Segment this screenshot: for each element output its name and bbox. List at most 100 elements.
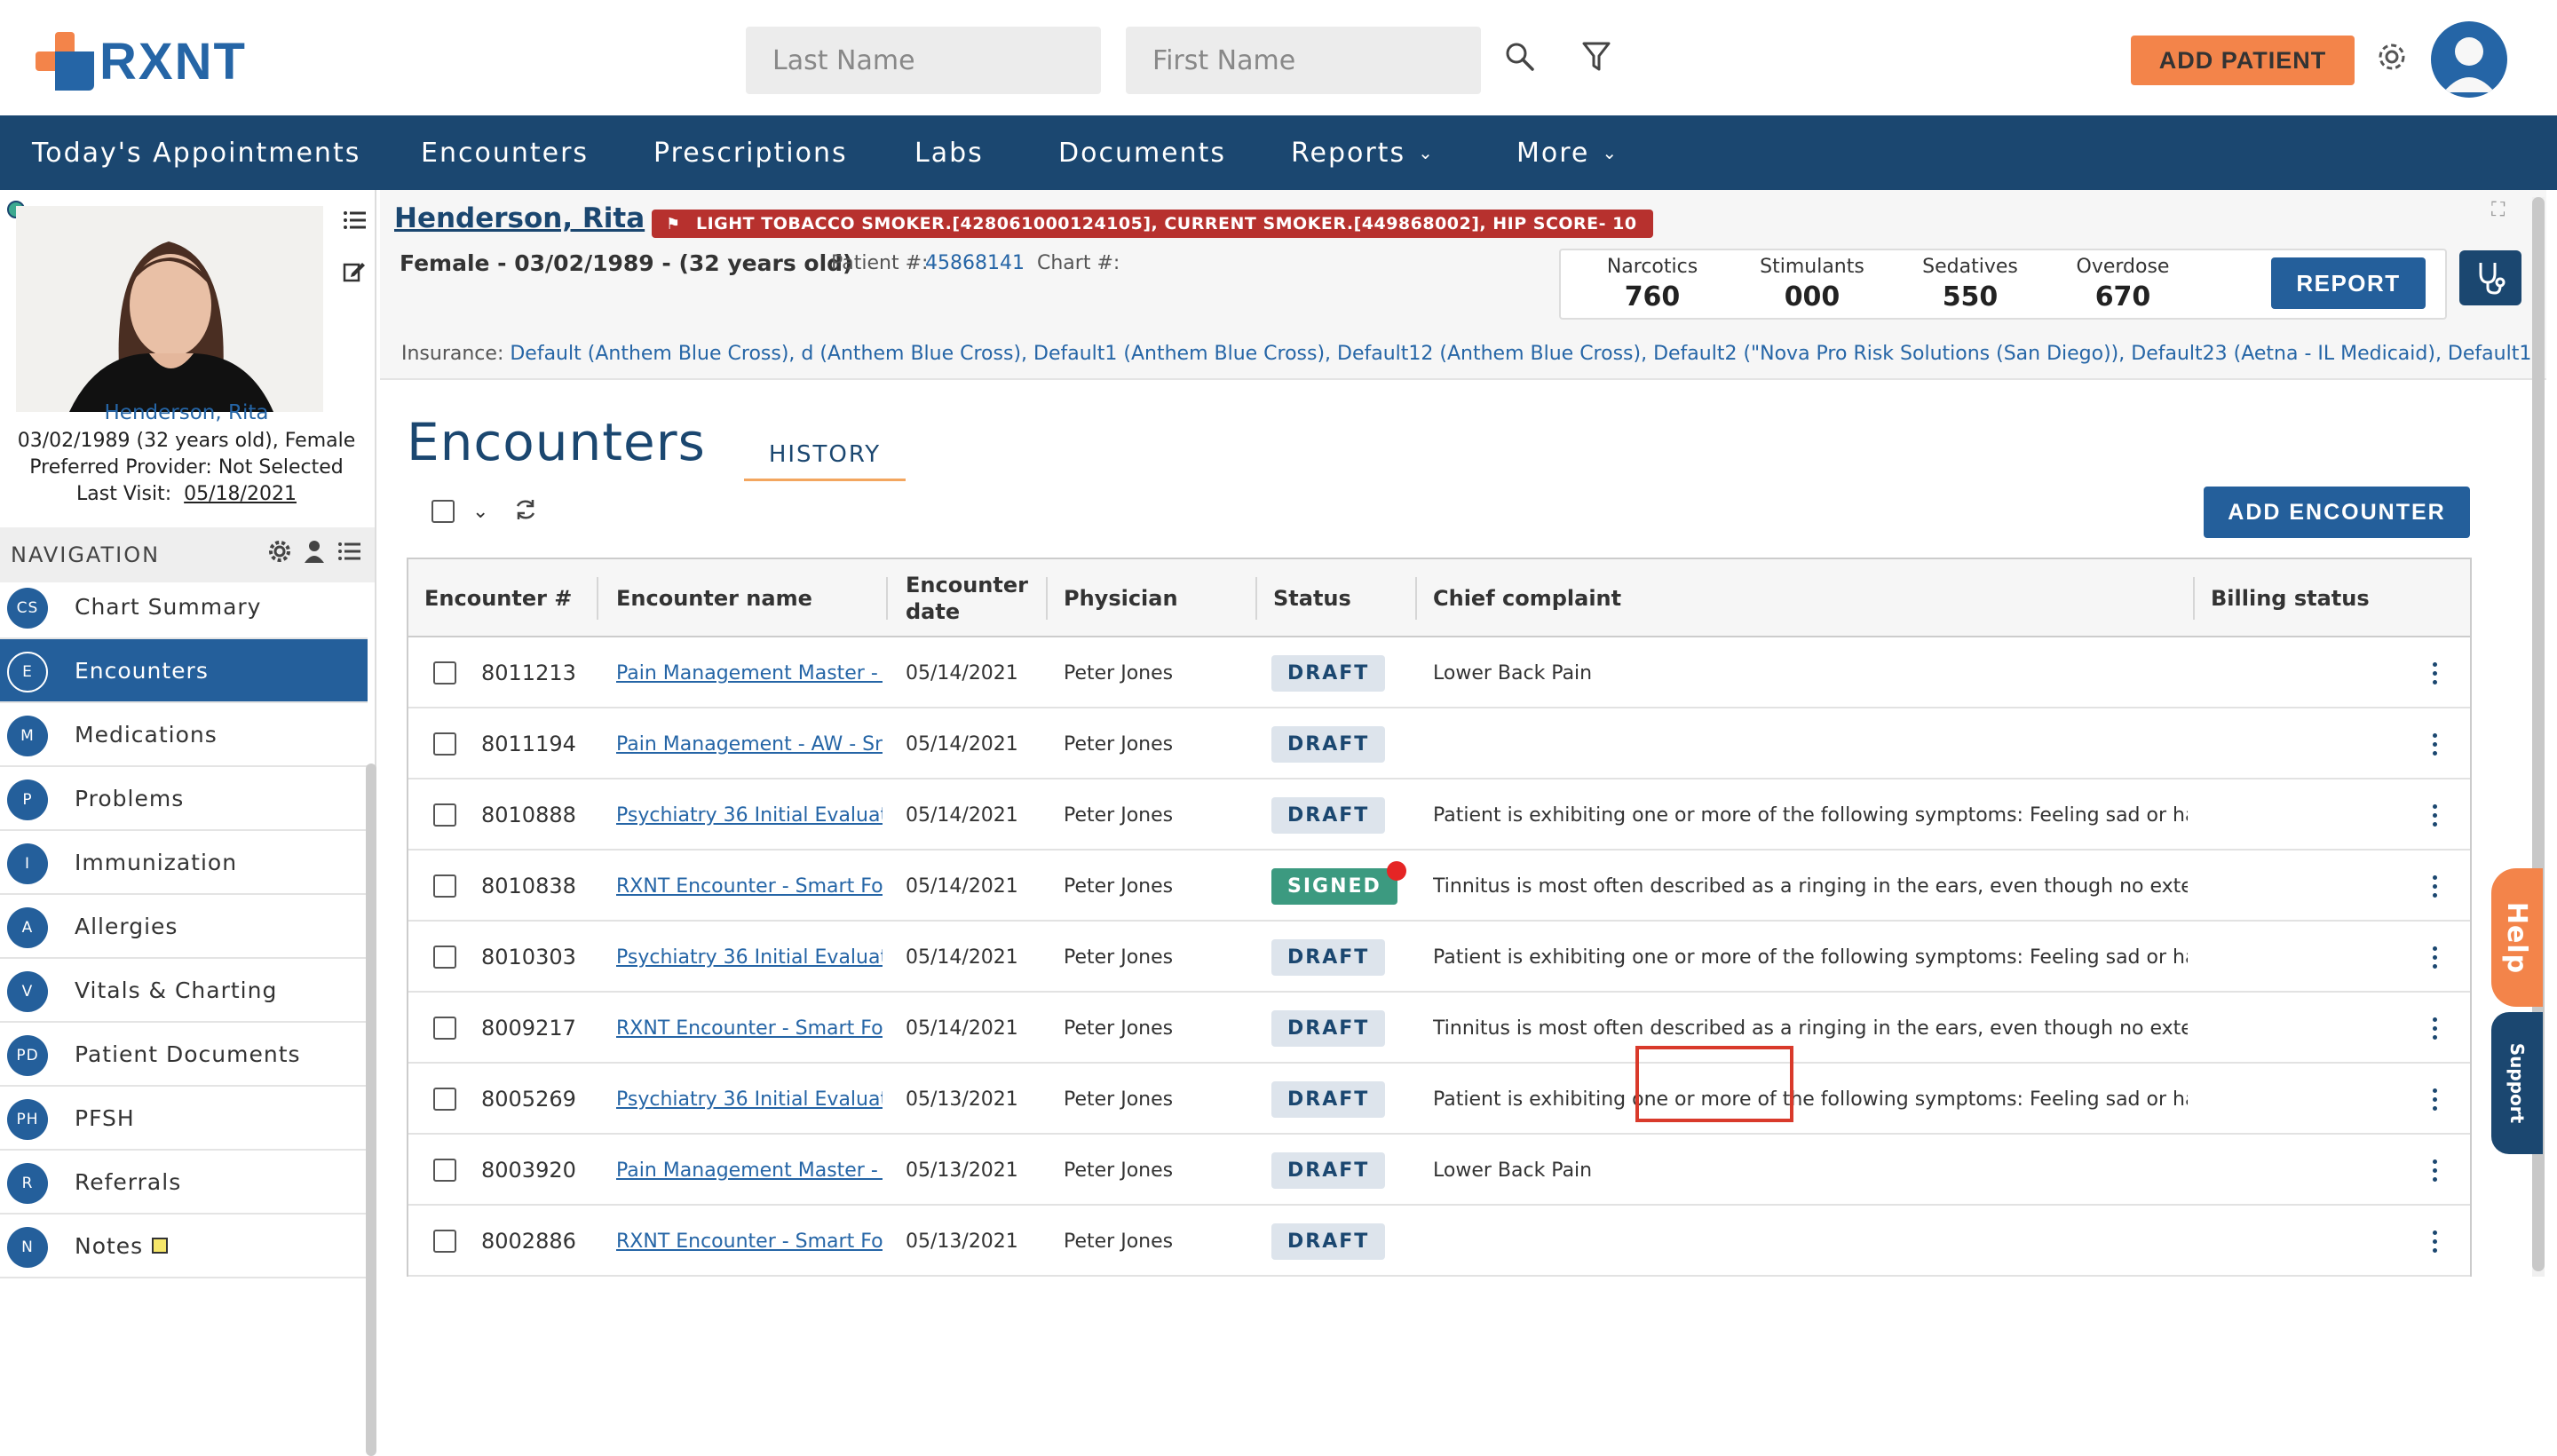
search-icon[interactable] <box>1500 36 1540 78</box>
row-menu-icon[interactable] <box>2426 851 2443 922</box>
encounter-name-link[interactable]: Pain Management Master - S <box>616 637 883 708</box>
table-row[interactable]: 8010888 Psychiatry 36 Initial Evaluat 05/1… <box>408 779 2470 851</box>
edit-icon[interactable] <box>343 259 366 286</box>
encounter-name-link[interactable]: Pain Management Master - S <box>616 1135 883 1206</box>
table-row[interactable]: 8011213 Pain Management Master - S 05/14/2… <box>408 637 2470 708</box>
table-row[interactable]: 8003920 Pain Management Master - S 05/13/2… <box>408 1135 2470 1206</box>
col-encounter-num[interactable]: Encounter # <box>424 559 572 637</box>
table-row[interactable]: 8011194 Pain Management - AW - Sn 05/14/20… <box>408 708 2470 779</box>
sidebar-item-pfsh[interactable]: PH PFSH <box>0 1087 368 1151</box>
add-encounter-button[interactable]: ADD ENCOUNTER <box>2204 487 2470 538</box>
sidebar-item-chart-summary[interactable]: CS Chart Summary <box>0 575 368 639</box>
row-checkbox[interactable] <box>433 874 456 898</box>
help-widget[interactable]: Help <box>2491 868 2543 1007</box>
row-menu-icon[interactable] <box>2426 1064 2443 1135</box>
list-icon[interactable] <box>343 210 366 234</box>
add-patient-button[interactable]: ADD PATIENT <box>2131 36 2355 85</box>
encounter-name-link[interactable]: RXNT Encounter - Smart For <box>616 851 883 922</box>
nav-documents[interactable]: Documents <box>1058 115 1226 190</box>
user-avatar[interactable] <box>2431 21 2507 98</box>
nav-more[interactable]: More ⌄ <box>1516 115 1619 190</box>
encounter-name-link[interactable]: RXNT Encounter - Smart For <box>616 993 883 1064</box>
status-badge[interactable]: DRAFT <box>1271 1223 1386 1260</box>
sidebar-item-encounters[interactable]: E Encounters <box>0 639 368 703</box>
status-badge[interactable]: DRAFT <box>1271 938 1386 976</box>
status-badge[interactable]: DRAFT <box>1271 654 1386 692</box>
row-checkbox[interactable] <box>433 1088 456 1111</box>
patient-number[interactable]: 45868141 <box>925 252 1025 274</box>
insurance-list[interactable]: Default (Anthem Blue Cross), d (Anthem B… <box>510 343 2532 365</box>
row-menu-icon[interactable] <box>2426 1206 2443 1277</box>
table-row[interactable]: 8005269 Psychiatry 36 Initial Evaluat 05/1… <box>408 1064 2470 1135</box>
status-badge[interactable]: DRAFT <box>1271 1151 1386 1189</box>
row-checkbox[interactable] <box>433 1159 456 1182</box>
encounter-name-link[interactable]: RXNT Encounter - Smart For <box>616 1206 883 1277</box>
table-row[interactable]: 8010838 RXNT Encounter - Smart For 05/14/2… <box>408 851 2470 922</box>
nav-user-icon[interactable] <box>304 540 325 566</box>
sidebar-item-vitals[interactable]: V Vitals & Charting <box>0 959 368 1023</box>
rxnt-logo[interactable]: RXNT <box>36 30 247 92</box>
row-menu-icon[interactable] <box>2426 637 2443 708</box>
select-all-checkbox[interactable] <box>431 500 455 523</box>
col-chief-complaint[interactable]: Chief complaint <box>1433 559 1621 637</box>
col-encounter-date[interactable]: Encounter date <box>906 559 1028 637</box>
col-billing-status[interactable]: Billing status <box>2211 559 2370 637</box>
nav-settings-icon[interactable] <box>268 540 291 566</box>
chevron-down-icon[interactable]: ⌄ <box>472 501 488 523</box>
tab-history[interactable]: HISTORY <box>744 430 906 481</box>
filter-icon[interactable] <box>1577 36 1616 78</box>
nav-encounters[interactable]: Encounters <box>421 115 589 190</box>
sidebar-item-problems[interactable]: P Problems <box>0 767 368 831</box>
row-checkbox[interactable] <box>433 732 456 756</box>
report-button[interactable]: REPORT <box>2271 257 2426 309</box>
encounter-name-link[interactable]: Psychiatry 36 Initial Evaluat <box>616 779 883 851</box>
encounter-name-link[interactable]: Psychiatry 36 Initial Evaluat <box>616 1064 883 1135</box>
row-menu-icon[interactable] <box>2426 779 2443 851</box>
encounter-name-link[interactable]: Pain Management - AW - Sn <box>616 708 883 779</box>
col-status[interactable]: Status <box>1273 559 1351 637</box>
col-physician[interactable]: Physician <box>1064 559 1178 637</box>
row-menu-icon[interactable] <box>2426 1135 2443 1206</box>
patient-alert-banner[interactable]: ⚑ LIGHT TOBACCO SMOKER.[428061000124105],… <box>652 210 1653 238</box>
gear-icon[interactable] <box>2371 36 2413 78</box>
sidebar-item-referrals[interactable]: R Referrals <box>0 1151 368 1215</box>
support-widget[interactable]: Support <box>2491 1012 2543 1154</box>
status-badge[interactable]: DRAFT <box>1271 1009 1386 1047</box>
status-badge[interactable]: SIGNED <box>1271 860 1406 905</box>
table-row[interactable]: 8002886 RXNT Encounter - Smart For 05/13/2… <box>408 1206 2470 1277</box>
nav-labs[interactable]: Labs <box>914 115 984 190</box>
last-name-input[interactable] <box>746 27 1101 94</box>
row-checkbox[interactable] <box>433 1230 456 1253</box>
nav-reports[interactable]: Reports ⌄ <box>1291 115 1435 190</box>
row-checkbox[interactable] <box>433 803 456 827</box>
nav-list-icon[interactable] <box>337 542 360 565</box>
status-badge[interactable]: DRAFT <box>1271 796 1386 834</box>
row-menu-icon[interactable] <box>2426 708 2443 779</box>
col-encounter-name[interactable]: Encounter name <box>616 559 812 637</box>
nav-prescriptions[interactable]: Prescriptions <box>653 115 848 190</box>
patient-name-link[interactable]: Henderson, Rita <box>394 202 645 234</box>
sidebar-scrollbar[interactable] <box>366 764 376 1456</box>
status-badge[interactable]: DRAFT <box>1271 725 1386 763</box>
first-name-input[interactable] <box>1126 27 1481 94</box>
sidebar-item-allergies[interactable]: A Allergies <box>0 895 368 959</box>
sidebar-item-patient-documents[interactable]: PD Patient Documents <box>0 1023 368 1087</box>
sidebar-item-immunization[interactable]: I Immunization <box>0 831 368 895</box>
expand-icon[interactable]: ⛶ <box>2491 199 2505 221</box>
stethoscope-icon[interactable] <box>2459 250 2521 305</box>
row-menu-icon[interactable] <box>2426 993 2443 1064</box>
row-checkbox[interactable] <box>433 946 456 969</box>
refresh-icon[interactable] <box>513 497 538 526</box>
table-row[interactable]: 8010303 Psychiatry 36 Initial Evaluat 05/1… <box>408 922 2470 993</box>
sidebar-item-notes[interactable]: N Notes <box>0 1215 368 1278</box>
sidebar-item-medications[interactable]: M Medications <box>0 703 368 767</box>
encounter-name-link[interactable]: Psychiatry 36 Initial Evaluat <box>616 922 883 993</box>
status-badge[interactable]: DRAFT <box>1271 1080 1386 1118</box>
row-checkbox[interactable] <box>433 661 456 684</box>
last-visit-date[interactable]: 05/18/2021 <box>184 483 297 505</box>
nav-todays-appointments[interactable]: Today's Appointments <box>32 115 360 190</box>
table-row[interactable]: 8009217 RXNT Encounter - Smart For 05/14/2… <box>408 993 2470 1064</box>
row-menu-icon[interactable] <box>2426 922 2443 993</box>
row-checkbox[interactable] <box>433 1017 456 1040</box>
sidebar-patient-name[interactable]: Henderson, Rita <box>0 401 373 424</box>
